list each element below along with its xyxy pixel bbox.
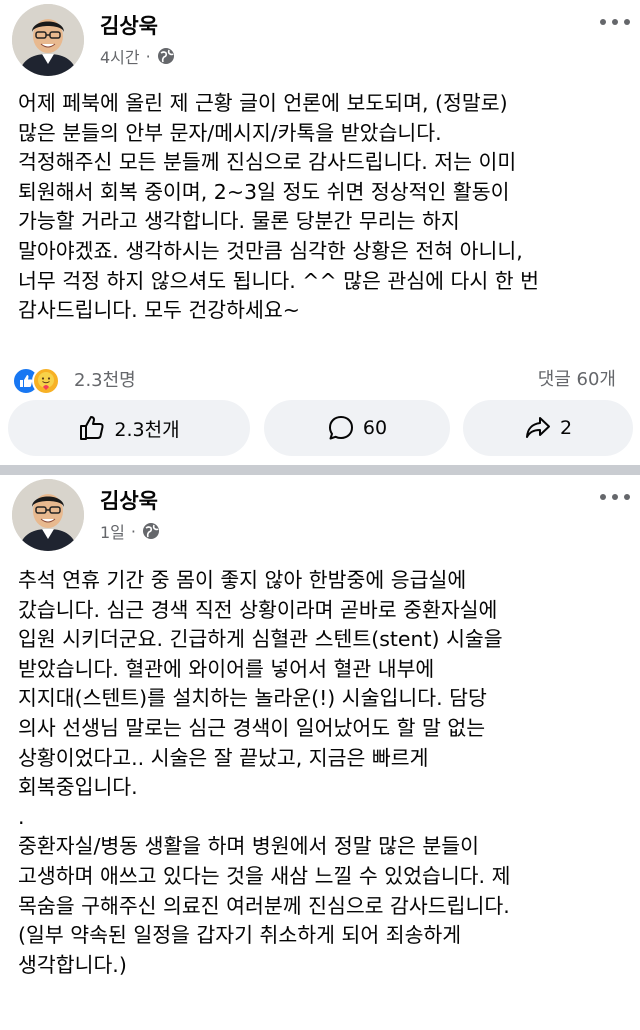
share-arrow-icon (525, 417, 550, 438)
post-text-line: 많은 분들의 안부 문자/메시지/카톡을 받았습니다. (18, 120, 442, 145)
post-text-line: 말아야겠죠. 생각하시는 것만큼 심각한 상황은 전혀 아니니, (18, 238, 523, 263)
comment-button[interactable]: 60 (264, 400, 450, 456)
post-header: 김상욱 1일 · (0, 475, 640, 557)
post-text-line: 받았습니다. 혈관에 와이어를 넣어서 혈관 내부에 (18, 656, 435, 681)
author-name[interactable]: 김상욱 (100, 10, 158, 40)
more-options-icon[interactable] (600, 12, 630, 32)
post-text-line: 감사드립니다. 모두 건강하세요~ (18, 298, 300, 323)
care-reaction-icon (32, 367, 60, 395)
author-avatar[interactable] (12, 4, 84, 76)
post-text-line: 고생하며 애쓰고 있다는 것을 새삼 느낄 수 있었습니다. 제 (18, 863, 511, 888)
avatar-portrait (12, 479, 84, 551)
post-meta: 1일 · (100, 519, 160, 543)
author-avatar[interactable] (12, 479, 84, 551)
comments-count[interactable]: 댓글 60개 (538, 365, 616, 391)
post-text-line: 입원 시키더군요. 긴급하게 심혈관 스텐트(stent) 시술을 (18, 627, 503, 652)
thumbs-up-icon (80, 416, 104, 440)
meta-separator: · (145, 46, 151, 66)
post-text-line: . (18, 804, 25, 829)
post-text-line: (일부 약속된 일정을 갑자기 취소하게 되어 죄송하게 (18, 923, 462, 948)
post-text-line: 상황이었다고.. 시술은 잘 끝났고, 지금은 빠르게 (18, 745, 429, 770)
post-text: 추석 연휴 기간 중 몸이 좋지 않아 한밤중에 응급실에 갔습니다. 심근 경… (18, 566, 624, 980)
more-options-icon[interactable] (600, 487, 630, 507)
post-1: 김상욱 4시간 · 어제 페북에 올린 제 근황 글이 언론에 보도되며, (정… (0, 0, 640, 465)
post-text-line: 가능할 거라고 생각합니다. 물론 당분간 무리는 하지 (18, 209, 460, 234)
like-button[interactable]: 2.3천개 (8, 400, 250, 456)
reactions-summary[interactable]: 2.3천명 (12, 365, 136, 395)
post-divider (0, 465, 640, 475)
reactions-count[interactable]: 2.3천명 (74, 366, 136, 392)
post-text-line: 너무 걱정 하지 않으셔도 됩니다. ^^ 많은 관심에 다시 한 번 (18, 268, 539, 293)
post-text-line: 지지대(스텐트)를 설치하는 놀라운(!) 시술입니다. 담당 (18, 686, 487, 711)
post-meta: 4시간 · (100, 44, 175, 68)
post-text-line: 어제 페북에 올린 제 근황 글이 언론에 보도되며, (정말로) (18, 91, 508, 115)
post-text: 어제 페북에 올린 제 근황 글이 언론에 보도되며, (정말로) 많은 분들의… (18, 89, 624, 326)
post-header: 김상욱 4시간 · (0, 0, 640, 82)
post-text-line: 중환자실/병동 생활을 하며 병원에서 정말 많은 분들이 (18, 834, 479, 859)
post-text-line: 갔습니다. 심근 경색 직전 상황이라며 곧바로 중환자실에 (18, 597, 498, 622)
comment-bubble-icon (328, 416, 353, 440)
globe-icon (142, 522, 160, 540)
comment-count: 60 (362, 417, 388, 439)
post-text-line: 목숨을 구해주신 의료진 여러분께 진심으로 감사드립니다. (18, 893, 510, 918)
meta-separator: · (130, 521, 136, 541)
post-text-line: 추석 연휴 기간 중 몸이 좋지 않아 한밤중에 응급실에 (18, 568, 467, 592)
post-text-line: 회복중입니다. (18, 775, 138, 800)
like-count: 2.3천개 (114, 418, 180, 441)
share-button[interactable]: 2 (463, 400, 633, 456)
post-text-line: 퇴원해서 회복 중이며, 2~3일 정도 쉬면 정상적인 활동이 (18, 179, 510, 204)
post-time[interactable]: 4시간 (100, 44, 140, 68)
author-name[interactable]: 김상욱 (100, 485, 158, 515)
post-text-line: 의사 선생님 말로는 심근 경색이 일어났어도 할 말 없는 (18, 715, 486, 740)
post-text-line: 걱정해주신 모든 분들께 진심으로 감사드립니다. 저는 이미 (18, 150, 517, 175)
reaction-icons (12, 365, 68, 395)
share-count: 2 (559, 417, 573, 439)
post-time[interactable]: 1일 (100, 519, 125, 543)
avatar-portrait (12, 4, 84, 76)
globe-icon (157, 47, 175, 65)
post-text-line: 생각합니다.) (18, 952, 127, 977)
action-bar: 2.3천개 60 2 (0, 400, 640, 456)
